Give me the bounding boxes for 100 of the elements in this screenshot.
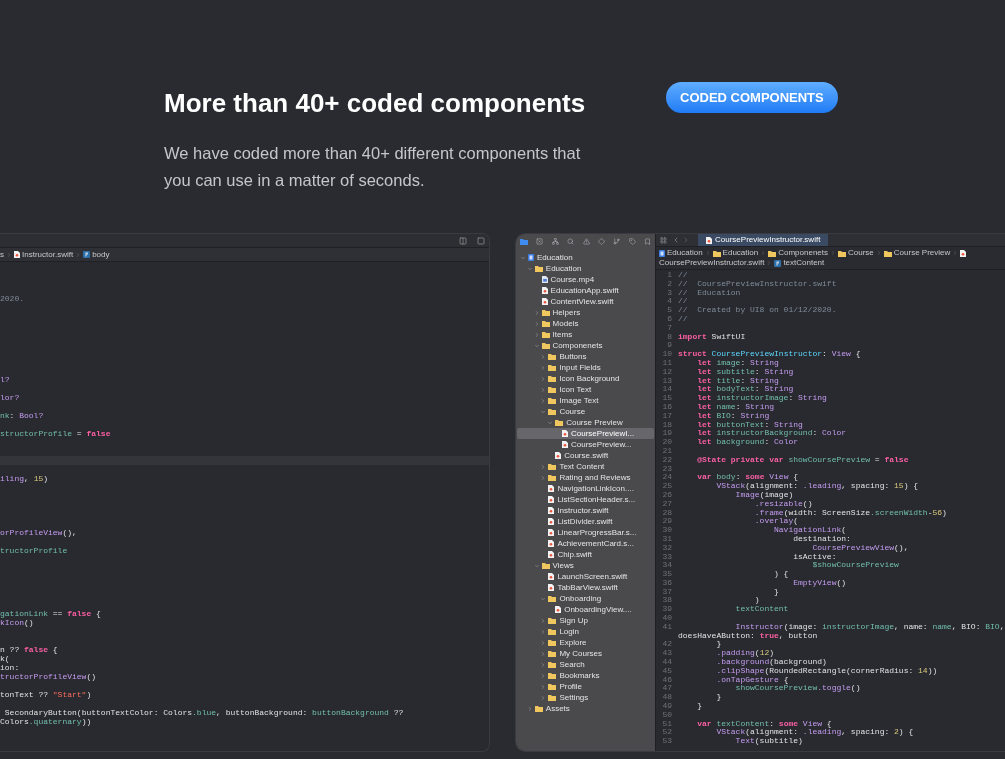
expand-chevron-icon[interactable] <box>540 408 547 415</box>
navigator-item[interactable]: Explore <box>517 637 654 648</box>
navigator-item[interactable]: Education <box>517 252 654 263</box>
navigator-item[interactable]: ListDivider.swift <box>517 516 654 527</box>
navigator-item[interactable]: EducationApp.swift <box>517 285 654 296</box>
collapse-chevron-icon[interactable] <box>540 617 547 624</box>
navigator-item[interactable]: LaunchScreen.swift <box>517 571 654 582</box>
swift-file-icon <box>555 606 562 613</box>
collapse-chevron-icon[interactable] <box>540 650 547 657</box>
navigator-item[interactable]: Course <box>517 406 654 417</box>
navigator-item[interactable]: Assets <box>517 703 654 714</box>
navigator-item[interactable]: Sign Up <box>517 615 654 626</box>
line-number: 45 <box>661 666 672 676</box>
navigator-item[interactable]: Instructor.swift <box>517 505 654 516</box>
breadcrumb-item[interactable]: CoursePreviewInstructor.swift <box>659 258 765 268</box>
split-editor-icon[interactable] <box>459 236 467 245</box>
collapse-chevron-icon[interactable] <box>540 683 547 690</box>
navigator-item[interactable]: Rating and Reviews <box>517 472 654 483</box>
collapse-chevron-icon[interactable] <box>540 628 547 635</box>
line-number: 10 <box>661 350 672 359</box>
collapse-chevron-icon[interactable] <box>526 705 533 712</box>
navigator-item[interactable]: Bookmarks <box>517 670 654 681</box>
expand-chevron-icon[interactable] <box>540 595 547 602</box>
collapse-chevron-icon[interactable] <box>533 320 540 327</box>
navigator-item[interactable]: Componenets <box>517 340 654 351</box>
collapse-chevron-icon[interactable] <box>540 694 547 701</box>
code-line: let background: Color <box>696 438 799 447</box>
navigator-item[interactable]: Search <box>517 659 654 670</box>
editor-tab[interactable]: CoursePreviewInstructor.swift <box>698 234 829 246</box>
grid-icon[interactable] <box>660 236 667 244</box>
hierarchy-icon[interactable] <box>551 237 559 245</box>
navigator-item[interactable]: Course.swift <box>517 450 654 461</box>
breadcrumb-item[interactable]: Course Preview <box>893 248 951 258</box>
navigator-item[interactable]: My Courses <box>517 648 654 659</box>
collapse-chevron-icon[interactable] <box>540 353 547 360</box>
collapse-chevron-icon[interactable] <box>540 661 547 668</box>
breadcrumb-item[interactable]: Course <box>848 248 874 258</box>
navigator-item[interactable]: Course.mp4 <box>517 274 654 285</box>
code-line: .overlay( <box>753 517 799 527</box>
navigator-item[interactable]: Icon Text <box>517 384 654 395</box>
navigator-item[interactable]: ListSectionHeader.s... <box>517 494 654 505</box>
navigator-item[interactable]: OnboardingView.... <box>517 604 654 615</box>
navigator-item[interactable]: Chip.swift <box>517 549 654 560</box>
collapse-chevron-icon[interactable] <box>540 463 547 470</box>
navigator-item[interactable]: Views <box>517 560 654 571</box>
navigator-item[interactable]: Icon Background <box>517 373 654 384</box>
code-line: tructorProfile <box>0 546 68 555</box>
breadcrumb-item[interactable]: s <box>0 249 4 260</box>
navigator-item[interactable]: AchievementCard.s... <box>517 538 654 549</box>
breadcrumb-item[interactable]: textContent <box>783 258 825 268</box>
navigator-item[interactable]: Buttons <box>517 351 654 362</box>
expand-chevron-icon[interactable] <box>533 562 540 569</box>
navigator-item[interactable]: TabBarView.swift <box>517 582 654 593</box>
navigator-item[interactable]: Settings <box>517 692 654 703</box>
navigator-item[interactable]: ContentView.swift <box>517 296 654 307</box>
navigator-item[interactable]: Helpers <box>517 307 654 318</box>
collapse-chevron-icon[interactable] <box>540 386 547 393</box>
collapse-chevron-icon[interactable] <box>540 397 547 404</box>
navigator-item[interactable]: Onboarding <box>517 593 654 604</box>
navigator-item[interactable]: CoursePreview... <box>517 439 654 450</box>
navigator-item[interactable]: Text Content <box>517 461 654 472</box>
navigator-item[interactable]: Models <box>517 318 654 329</box>
breadcrumb-item[interactable]: Componenets <box>778 248 828 258</box>
collapse-chevron-icon[interactable] <box>540 375 547 382</box>
breadcrumb-item[interactable]: Instructor.swift <box>22 249 74 260</box>
navigator-item[interactable]: Input Fields <box>517 362 654 373</box>
navigator-item[interactable]: CoursePreviewI... <box>517 428 654 439</box>
expand-chevron-icon[interactable] <box>533 342 540 349</box>
expand-chevron-icon[interactable] <box>520 254 526 261</box>
branch-icon[interactable] <box>613 237 621 245</box>
navigator-item[interactable]: NavigationLinkIcon.... <box>517 483 654 494</box>
search-icon[interactable] <box>567 237 575 245</box>
code-line: // <box>678 271 688 280</box>
folder-icon[interactable] <box>520 237 528 245</box>
navigator-item[interactable]: Image Text <box>517 395 654 406</box>
forward-icon[interactable] <box>682 236 690 244</box>
collapse-chevron-icon[interactable] <box>533 309 540 316</box>
collapse-chevron-icon[interactable] <box>540 672 547 679</box>
collapse-chevron-icon[interactable] <box>540 364 547 371</box>
back-icon[interactable] <box>672 236 680 244</box>
breadcrumb-item[interactable]: body <box>92 249 110 260</box>
swift-file-icon <box>555 452 562 459</box>
collapse-chevron-icon[interactable] <box>533 331 540 338</box>
collapse-chevron-icon[interactable] <box>540 474 547 481</box>
collapse-chevron-icon[interactable] <box>540 639 547 646</box>
expand-chevron-icon[interactable] <box>526 265 533 272</box>
warning-icon[interactable] <box>582 237 590 245</box>
expand-chevron-icon[interactable] <box>547 419 554 426</box>
navigator-item[interactable]: Education <box>517 263 654 274</box>
navigator-item[interactable]: LinearProgressBar.s... <box>517 527 654 538</box>
breadcrumb-item[interactable]: Education <box>667 248 703 258</box>
navigator-item[interactable]: Items <box>517 329 654 340</box>
code-line: orProfileView(), <box>0 528 77 537</box>
breadcrumb-item[interactable]: Education <box>722 248 759 258</box>
line-number: 12 <box>661 367 672 377</box>
diamond-icon[interactable] <box>597 237 605 245</box>
navigator-item[interactable]: Course Preview <box>517 417 654 428</box>
navigator-item[interactable]: Login <box>517 626 654 637</box>
tag-icon[interactable] <box>628 237 636 245</box>
navigator-item[interactable]: Profile <box>517 681 654 692</box>
